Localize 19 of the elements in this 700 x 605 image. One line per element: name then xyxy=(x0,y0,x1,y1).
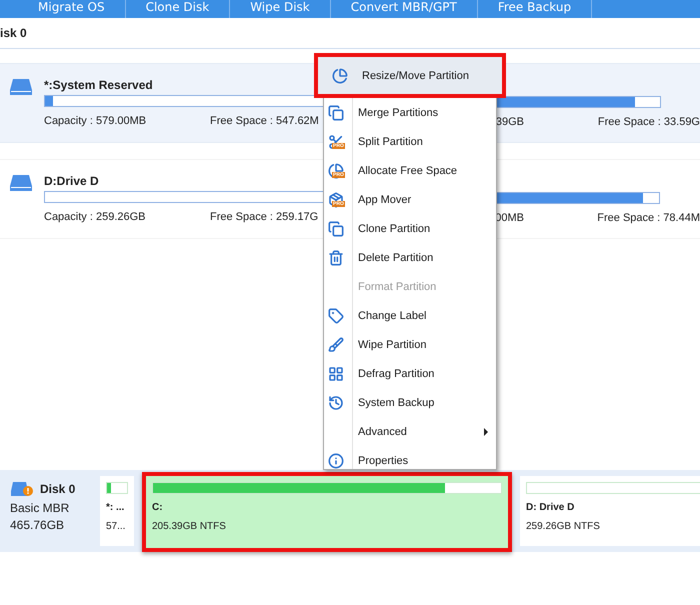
disk-size: 465.76GB xyxy=(10,518,66,532)
disk-name: Disk 0 xyxy=(40,482,76,496)
partition-size: 205.39GB NTFS xyxy=(152,521,227,532)
free-space-text: Free Space : 78.44M xyxy=(597,212,700,224)
partition-name: *:System Reserved xyxy=(44,78,153,92)
capacity-text: 39GB xyxy=(496,116,526,128)
partition-name: D: Drive D xyxy=(526,502,576,513)
partition-size: 57... xyxy=(106,521,126,532)
free-space-text: Free Space : 259.17G xyxy=(210,211,318,223)
free-space-text: Free Space : 547.62M xyxy=(210,115,319,127)
partition-name: D:Drive D xyxy=(44,174,99,188)
free-space-text: Free Space : 33.59G xyxy=(598,116,700,128)
partition-name: *: ... xyxy=(106,502,126,513)
partition-name: C: xyxy=(152,502,164,513)
disk-title: isk 0 xyxy=(0,26,27,40)
capacity-text: Capacity : 259.26GB xyxy=(44,211,147,223)
capacity-text: Capacity : 579.00MB xyxy=(44,115,148,127)
disk-type: Basic MBR xyxy=(10,501,70,515)
partition-size: 259.26GB NTFS xyxy=(526,521,601,532)
